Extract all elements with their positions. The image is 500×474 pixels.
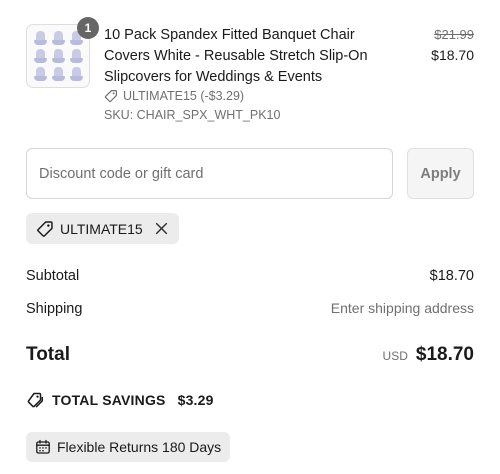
total-savings-value: $3.29 (177, 392, 214, 408)
compare-at-price: $21.99 (434, 27, 474, 42)
line-item-discount-text: ULTIMATE15 (-$3.29) (123, 89, 245, 103)
applied-discount-code: ULTIMATE15 (60, 220, 143, 237)
shipping-row: Shipping Enter shipping address (26, 300, 474, 317)
returns-policy-label: Flexible Returns 180 Days (57, 439, 222, 455)
product-sku: SKU: CHAIR_SPX_WHT_PK10 (104, 108, 281, 122)
discount-code-input[interactable] (26, 148, 393, 199)
subtotal-value: $18.70 (429, 268, 474, 284)
discount-form: Apply (26, 148, 474, 200)
line-item-discount: ULTIMATE15 (-$3.29) (104, 89, 244, 103)
line-item-price: $18.70 (431, 47, 474, 63)
shipping-label: Shipping (26, 301, 83, 317)
total-savings: TOTAL SAVINGS $3.29 (26, 391, 214, 409)
total-row: Total USD $18.70 (26, 344, 474, 366)
total-value: $18.70 (415, 344, 474, 365)
total-savings-label: TOTAL SAVINGS (52, 392, 166, 408)
subtotal-label: Subtotal (26, 268, 80, 284)
shipping-value: Enter shipping address (330, 300, 474, 316)
close-icon[interactable] (155, 222, 169, 236)
tags-icon (26, 391, 44, 409)
returns-policy-badge: Flexible Returns 180 Days (26, 432, 231, 462)
apply-button[interactable]: Apply (407, 148, 474, 199)
tag-icon (104, 89, 118, 103)
total-label: Total (26, 344, 70, 365)
applied-discount-chip: ULTIMATE15 (26, 213, 179, 244)
calendar-icon (35, 439, 51, 455)
product-title: 10 Pack Spandex Fitted Banquet Chair Cov… (104, 27, 368, 85)
tag-icon (36, 220, 54, 238)
subtotal-row: Subtotal $18.70 (26, 268, 474, 284)
quantity-badge: 1 (77, 17, 99, 39)
currency-code: USD (382, 349, 408, 363)
cart-line-item: 1 10 Pack Spandex Fitted Banquet Chair C… (26, 17, 474, 124)
